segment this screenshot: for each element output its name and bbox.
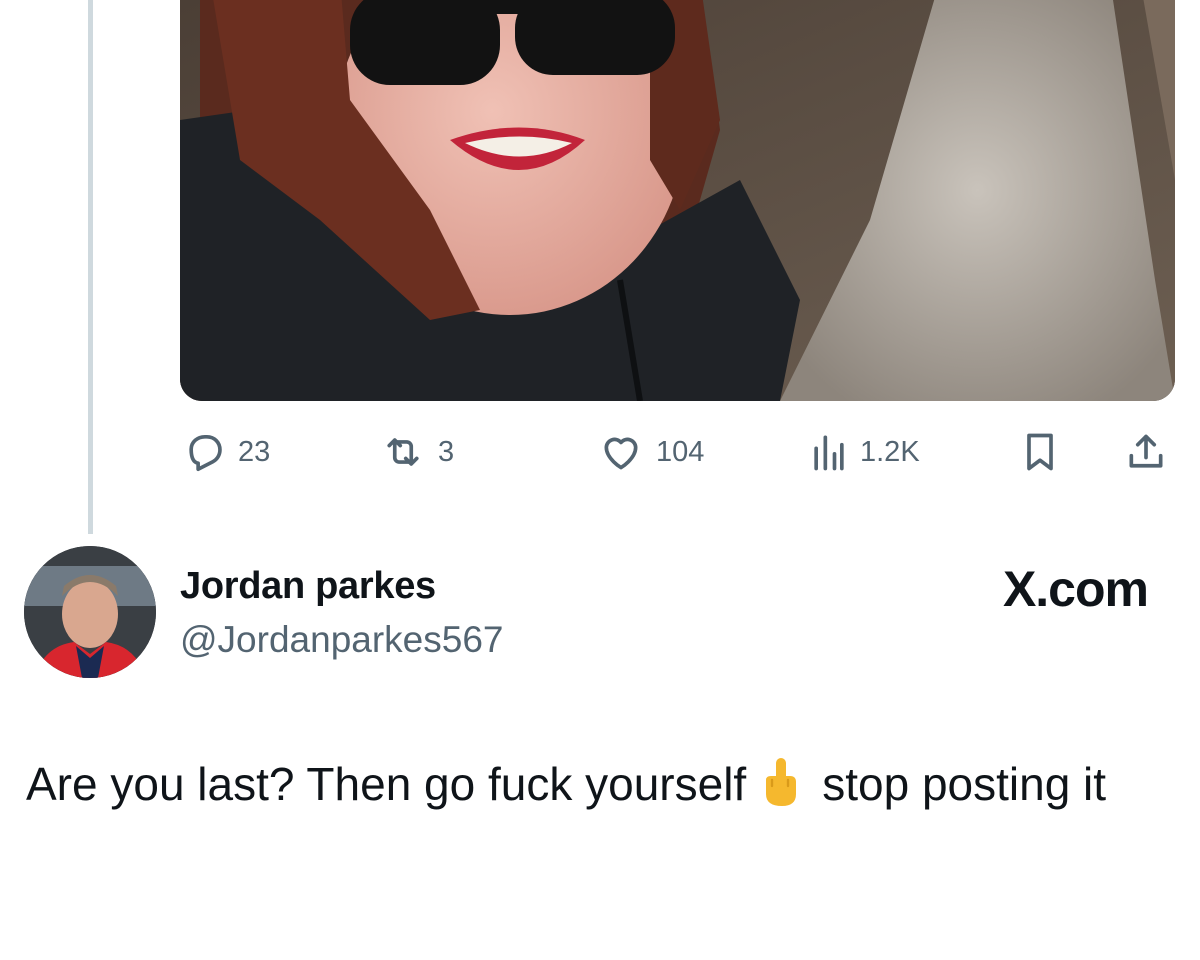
share-button[interactable] xyxy=(1124,424,1168,480)
share-icon xyxy=(1129,434,1163,468)
tweet-media-photo[interactable] xyxy=(180,0,1175,401)
reply-button[interactable]: 23 xyxy=(182,424,270,480)
reply-icon xyxy=(189,434,222,472)
author-handle[interactable]: @Jordanparkes567 xyxy=(180,619,503,661)
photo-illustration xyxy=(180,0,1175,401)
reply-count: 23 xyxy=(238,435,271,468)
views-button[interactable]: 1.2K xyxy=(810,424,920,480)
avatar[interactable] xyxy=(24,546,156,678)
views-count: 1.2K xyxy=(860,435,920,468)
author-name[interactable]: Jordan parkes xyxy=(180,565,436,608)
heart-icon xyxy=(604,437,638,470)
like-button[interactable]: 104 xyxy=(598,424,704,480)
repost-icon xyxy=(387,438,419,466)
tweet-text-part1: Are you last? Then go fuck yourself xyxy=(26,758,747,810)
repost-count: 3 xyxy=(438,435,455,468)
bookmark-button[interactable] xyxy=(1020,424,1060,480)
avatar-photo xyxy=(24,546,156,678)
views-icon xyxy=(814,435,844,471)
repost-button[interactable]: 3 xyxy=(380,424,454,480)
brand-logo: X.com xyxy=(1002,561,1149,617)
middle-finger-emoji xyxy=(766,758,797,806)
tweet-text-part2: stop posting it xyxy=(822,758,1107,810)
bookmark-icon xyxy=(1027,433,1053,471)
like-count: 104 xyxy=(656,435,705,468)
tweet-text: Are you last? Then go fuck yourself stop… xyxy=(26,752,1126,816)
tweet-action-bar: 23 3 104 1.2K xyxy=(0,424,1200,480)
